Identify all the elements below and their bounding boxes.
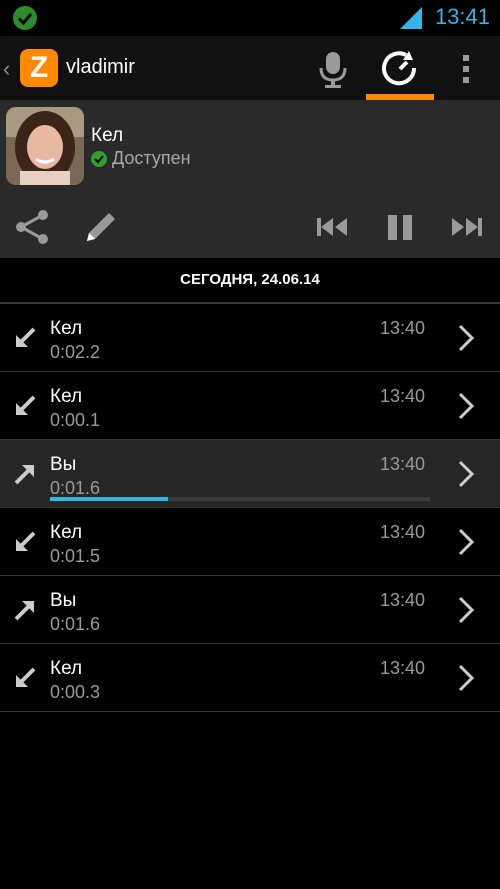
message-duration: 0:02.2	[50, 342, 101, 362]
chevron-right-icon[interactable]	[456, 459, 476, 489]
pause-icon[interactable]	[378, 205, 422, 249]
signal-strength-icon	[400, 7, 422, 29]
chevron-right-icon[interactable]	[456, 595, 476, 625]
overflow-menu-icon[interactable]	[442, 48, 490, 90]
action-bar: ‹ Z vladimir	[0, 36, 500, 102]
incoming-arrow-icon	[16, 667, 36, 687]
status-clock: 13:41	[434, 4, 490, 29]
outgoing-arrow-icon	[14, 601, 34, 621]
message-time: 13:40	[380, 522, 426, 542]
message-duration: 0:01.6	[50, 478, 101, 498]
message-duration: 0:01.6	[50, 614, 101, 634]
checkmark-notification-icon	[13, 6, 37, 30]
incoming-arrow-icon	[16, 395, 36, 415]
message-row[interactable]: Кел 0:02.2 13:40	[0, 304, 500, 372]
pencil-edit-icon[interactable]	[79, 205, 123, 249]
message-duration: 0:00.3	[50, 682, 101, 702]
previous-track-icon[interactable]	[311, 205, 355, 249]
incoming-arrow-icon	[16, 531, 36, 551]
message-duration: 0:01.5	[50, 546, 101, 566]
available-status-icon	[91, 151, 107, 167]
date-section-header: СЕГОДНЯ, 24.06.14	[0, 258, 500, 304]
back-caret-icon[interactable]: ‹	[3, 56, 10, 82]
chevron-right-icon[interactable]	[456, 527, 476, 557]
message-time: 13:40	[380, 318, 426, 338]
message-sender: Вы	[50, 454, 77, 475]
message-sender: Вы	[50, 590, 77, 611]
message-time: 13:40	[380, 658, 426, 678]
message-row[interactable]: Кел 0:01.5 13:40	[0, 508, 500, 576]
message-sender: Кел	[50, 386, 83, 407]
status-bar: 13:41	[0, 0, 500, 36]
contact-name: Кел	[91, 125, 124, 146]
microphone-icon[interactable]	[309, 48, 357, 90]
chevron-right-icon[interactable]	[456, 391, 476, 421]
account-title: vladimir	[66, 56, 135, 78]
message-time: 13:40	[380, 590, 426, 610]
message-time: 13:40	[380, 386, 426, 406]
message-row[interactable]: Кел 0:00.3 13:40	[0, 644, 500, 712]
message-duration: 0:00.1	[50, 410, 101, 430]
message-sender: Кел	[50, 318, 83, 339]
message-sender: Кел	[50, 658, 83, 679]
chevron-right-icon[interactable]	[456, 323, 476, 353]
message-row[interactable]: Кел 0:00.1 13:40	[0, 372, 500, 440]
history-clock-icon[interactable]	[376, 48, 424, 90]
next-track-icon[interactable]	[444, 205, 488, 249]
message-row[interactable]: Вы 0:01.6 13:40	[0, 440, 500, 508]
share-icon[interactable]	[11, 205, 55, 249]
contact-status: Доступен	[112, 148, 191, 168]
message-sender: Кел	[50, 522, 83, 543]
outgoing-arrow-icon	[14, 465, 34, 485]
app-logo-icon[interactable]: Z	[20, 49, 58, 87]
incoming-arrow-icon	[16, 327, 36, 347]
selected-tab-indicator	[366, 94, 434, 100]
chevron-right-icon[interactable]	[456, 663, 476, 693]
message-time: 13:40	[380, 454, 426, 474]
message-row[interactable]: Вы 0:01.6 13:40	[0, 576, 500, 644]
playback-progress-bar[interactable]	[50, 497, 430, 501]
contact-avatar[interactable]	[6, 107, 84, 185]
contact-panel: Кел Доступен	[0, 101, 500, 258]
playback-progress-fill	[50, 497, 168, 501]
